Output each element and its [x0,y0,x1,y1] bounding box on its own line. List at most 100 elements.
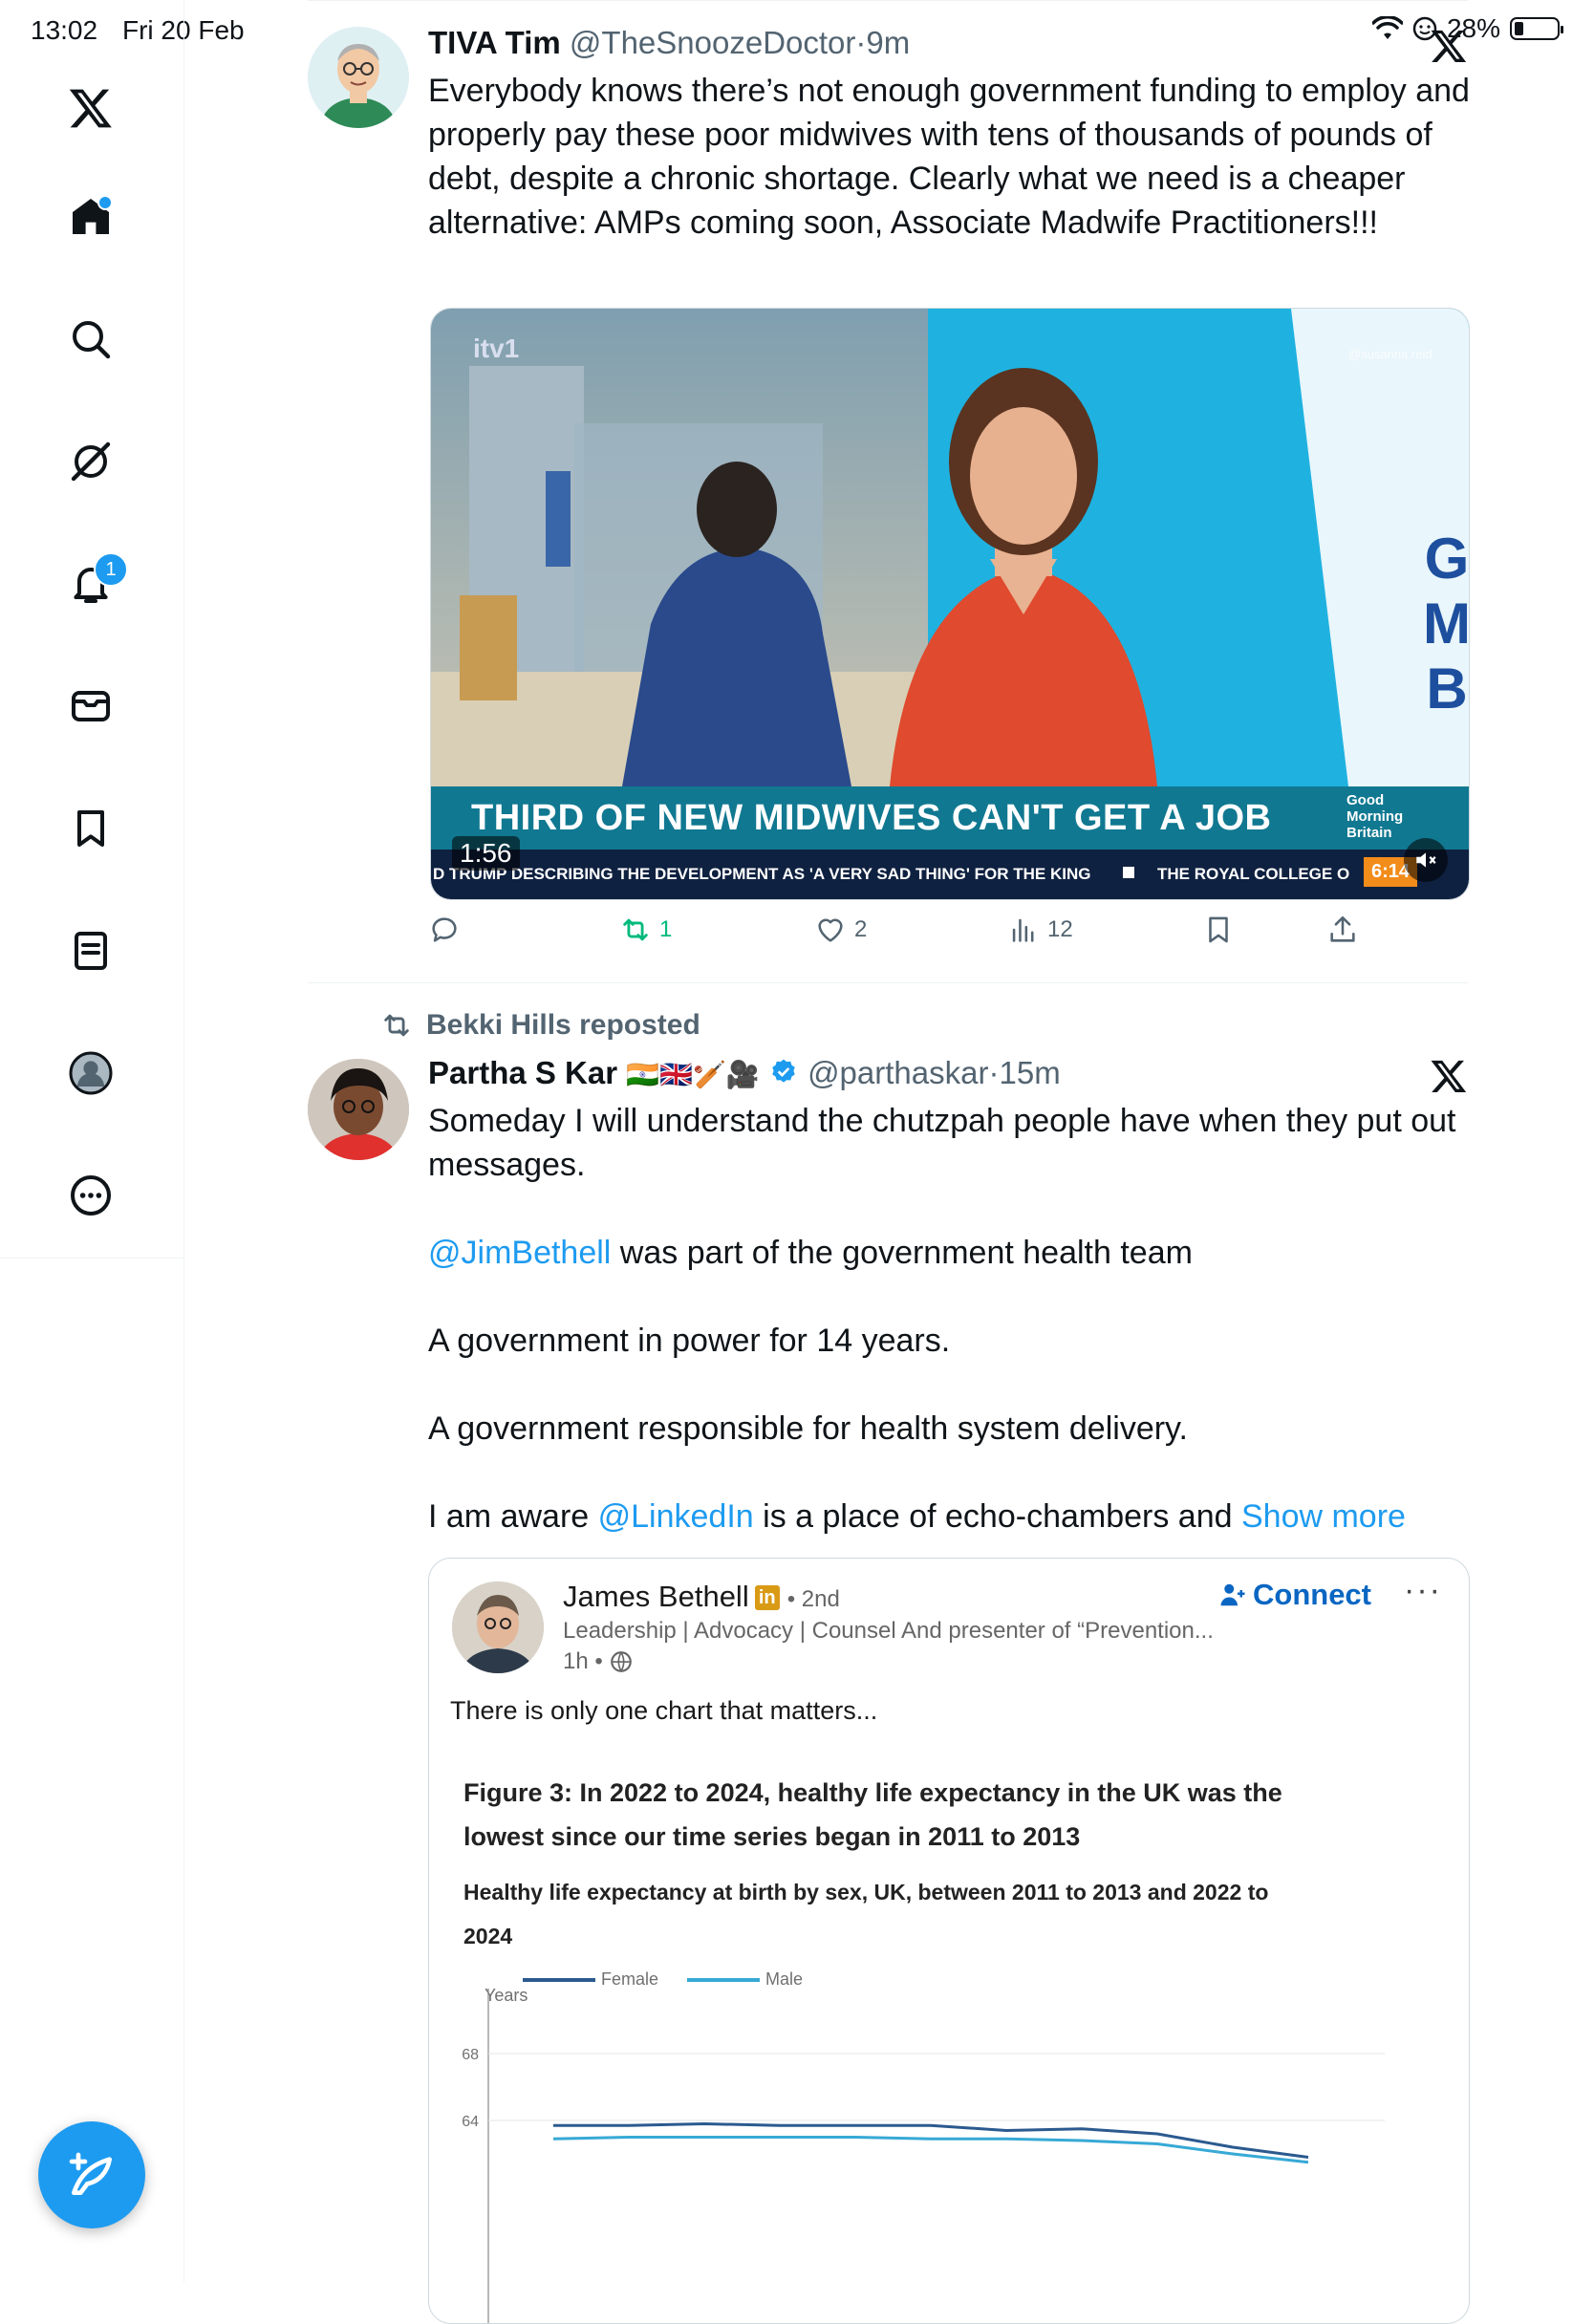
channel-logo: itv1 [473,334,520,363]
x-logo-icon [69,89,112,128]
ticker-text-2: THE ROYAL COLLEGE O [1157,865,1350,883]
search-icon [73,321,111,359]
linkedin-avatar [452,1582,544,1673]
gmb-side-logo: GMB [1423,527,1470,721]
sidebar-nav: 1 [0,0,184,1259]
like-count: 2 [854,916,868,942]
sidebar-item-lists[interactable] [57,917,124,984]
show-more-link[interactable]: Show more [1241,1498,1406,1535]
speaker-muted-icon [1416,852,1436,868]
notification-badge: 1 [94,552,128,587]
y-axis-label: Years [485,1986,528,2005]
more-circle-icon [71,1175,111,1216]
repost-icon [623,918,648,941]
grok-icon [71,441,111,482]
sidebar-item-explore[interactable] [57,306,124,373]
compose-feather-icon [69,2152,112,2195]
repost-label[interactable]: Bekki Hills reposted [426,1009,700,1042]
sidebar-item-more[interactable] [57,1162,124,1229]
share-icon [1330,915,1355,942]
tweet-divider [308,982,1468,983]
linkedin-connect: Connect [1218,1578,1371,1612]
chart-subtitle: Healthy life expectancy at birth by sex,… [463,1880,1269,1948]
cartoon-doctor-avatar-icon [308,27,409,128]
ticker-text: D TRUMP DESCRIBING THE DEVELOPMENT AS 'A… [433,865,1091,883]
unread-dot [97,195,113,210]
sidebar-item-profile[interactable] [57,1040,124,1107]
linkedin-headline: Leadership | Advocacy | Counsel And pres… [563,1618,1214,1644]
sidebar-item-notifications[interactable]: 1 [57,550,128,617]
verified-badge-icon [772,1059,795,1083]
linkedin-author: James Bethell in • 2nd [563,1580,840,1613]
tweet-header: TIVA Tim @TheSnoozeDoctor·9m [428,25,910,61]
video-headline: THIRD OF NEW MIDWIVES CAN'T GET A JOB [471,798,1272,838]
y-tick-label: 64 [462,2114,479,2130]
repost-icon [384,1014,409,1037]
mute-button[interactable] [1404,838,1448,882]
views-chart-icon [1012,918,1034,942]
bookmark-button[interactable] [1202,914,1235,946]
profile-photo-icon [452,1582,544,1673]
repost-button[interactable]: 1 [619,914,672,946]
tweet-text: Everybody knows there’s not enough gover… [428,73,1470,241]
add-person-icon [1220,1583,1245,1606]
gmb-brand-text: Good Morning Britain [1346,792,1404,841]
sidebar-item-grok[interactable] [57,428,124,495]
repost-context: Bekki Hills reposted [380,1009,700,1042]
series-line-female [553,2121,1309,2159]
mention-link[interactable]: @JimBethell [428,1235,611,1271]
profile-avatar-icon [69,1051,113,1095]
battery-icon [1510,17,1563,40]
compose-button[interactable] [38,2121,145,2228]
headline-bar: THIRD OF NEW MIDWIVES CAN'T GET A JOB Go… [431,786,1469,850]
author-name[interactable]: Partha S Kar [428,1055,617,1090]
news-ticker: D TRUMP DESCRIBING THE DEVELOPMENT AS 'A… [431,850,1469,899]
linkedin-badge-icon: in [754,1585,780,1610]
x-logo-icon [1431,30,1467,62]
share-button[interactable] [1326,914,1359,946]
tweet-author-avatar[interactable] [308,27,409,128]
like-button[interactable]: 2 [814,914,867,946]
bookmark-icon [1209,916,1228,943]
separator-dot: · [855,25,867,60]
sidebar-item-x-logo[interactable] [57,75,124,141]
linkedin-post-text: There is only one chart that matters... [450,1696,878,1725]
author-handle[interactable]: @TheSnoozeDoctor [570,25,855,60]
sidebar-item-messages[interactable] [57,673,124,740]
tweet-time[interactable]: 15m [999,1055,1060,1090]
tweet-text: Someday I will understand the chutzpah p… [428,1099,1470,1539]
author-handle[interactable]: @parthaskar [808,1055,988,1090]
y-tick-label: 68 [462,2047,479,2063]
tweet-paragraph: A government responsible for health syst… [428,1410,1188,1447]
video-duration: 1:56 [452,836,520,871]
mention-link[interactable]: @LinkedIn [598,1498,754,1535]
sidebar-item-home[interactable] [57,183,124,250]
chart-title: Figure 3: In 2022 to 2024, healthy life … [463,1778,1282,1851]
tweet-paragraph: A government in power for 14 years. [428,1323,951,1359]
author-emojis: 🇮🇳🇬🇧🏏🎥 [626,1060,760,1089]
x-logo-icon [1431,1060,1467,1092]
wifi-icon [1371,16,1403,39]
tweet-time[interactable]: 9m [866,25,910,60]
tweet-paragraph: Someday I will understand the chutzpah p… [428,1103,1456,1183]
video-watermark: @susanna.reid [1348,347,1432,361]
tweet-author-avatar[interactable] [308,1059,409,1160]
tweet-paragraph: @JimBethell was part of the government h… [428,1235,1193,1271]
views-count: 12 [1047,916,1073,942]
tweet-actions: 1 2 12 [428,914,1470,959]
envelope-icon [72,691,110,721]
life-expectancy-chart: Years 68 64 [462,1986,1385,2323]
sidebar-item-bookmarks[interactable] [57,795,124,862]
reply-button[interactable] [428,914,461,946]
heart-icon [818,918,843,942]
ticker-separator [1123,867,1134,878]
tweet-image[interactable]: James Bethell in • 2nd Leadership | Advoca… [428,1558,1470,2324]
separator-dot: · [988,1055,1000,1090]
tweet-header: Partha S Kar 🇮🇳🇬🇧🏏🎥 @parthaskar·15m [428,1055,1061,1091]
tweet-video[interactable]: itv1 @susanna.reid GMB THIRD OF NEW MIDW… [430,308,1470,900]
linkedin-more-icon: ··· [1404,1572,1442,1608]
bookmark-icon [77,810,104,847]
views-button[interactable]: 12 [1007,914,1073,946]
sidebar-divider [183,1258,184,2282]
author-name[interactable]: TIVA Tim [428,25,561,60]
